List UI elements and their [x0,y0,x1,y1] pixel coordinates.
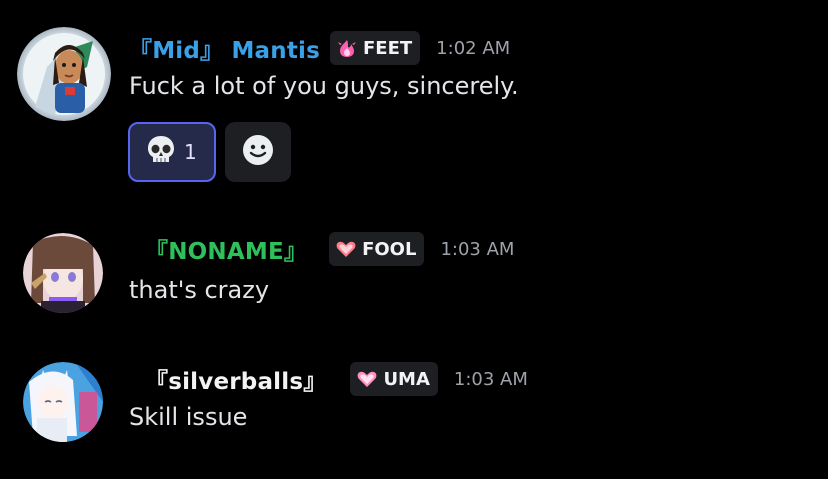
chat-message-list: 『Mid』 Mantis FEET 1:02 AM Fuck a lot of … [0,0,828,479]
guild-tag-label: FOOL [362,238,417,260]
guild-tag-label: UMA [383,368,430,390]
reaction-skull[interactable]: 1 [128,122,216,182]
username[interactable]: 『Mid』 Mantis [129,31,320,65]
guild-tag[interactable]: FEET [330,31,421,65]
username[interactable]: 『NONAME』 [145,232,307,266]
message-item: 『Mid』 Mantis FEET 1:02 AM Fuck a lot of … [0,0,828,200]
guild-tag[interactable]: UMA [350,362,438,396]
pink-heart-icon [356,369,378,389]
username[interactable]: 『silverballs』 [145,362,326,396]
message-content: Fuck a lot of you guys, sincerely. [129,72,519,100]
message-content: that's crazy [129,276,270,304]
timestamp[interactable]: 1:03 AM [454,369,528,390]
message-item: 『NONAME』 FOOL 1:03 AM that's crazy [0,210,828,330]
user-avatar[interactable] [17,27,111,121]
user-avatar[interactable] [23,362,103,442]
pink-flame-icon [336,38,358,58]
pixel-heart-icon [335,239,357,259]
message-header: 『silverballs』 UMA 1:03 AM [145,361,528,397]
message-header: 『Mid』 Mantis FEET 1:02 AM [129,30,510,66]
skull-emoji-icon [144,133,178,171]
timestamp[interactable]: 1:03 AM [440,239,514,260]
message-header: 『NONAME』 FOOL 1:03 AM [145,231,514,267]
add-reaction-smiley-icon [241,133,275,171]
guild-tag[interactable]: FOOL [329,232,425,266]
message-content: Skill issue [129,403,248,431]
guild-tag-label: FEET [363,37,413,59]
user-avatar[interactable] [23,233,103,313]
add-reaction-button[interactable] [225,122,291,182]
reaction-count: 1 [184,140,197,164]
timestamp[interactable]: 1:02 AM [436,38,510,59]
message-item: 『silverballs』 UMA 1:03 AM Skill issue [0,340,828,460]
